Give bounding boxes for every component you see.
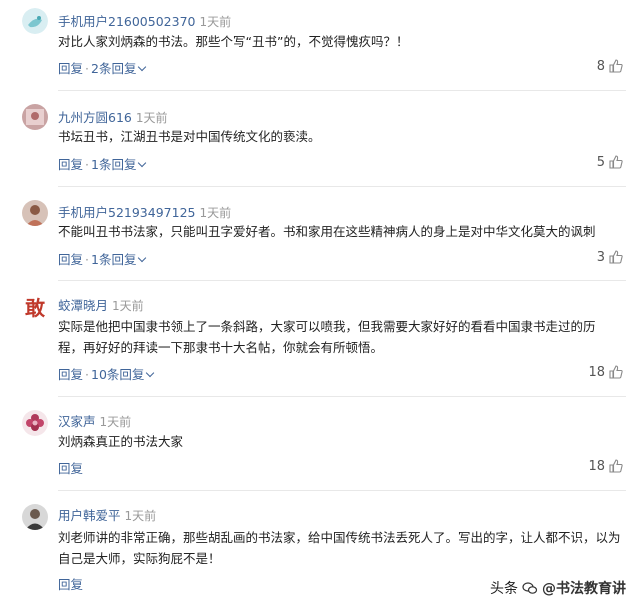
comment-text: 实际是他把中国隶书领上了一条斜路，大家可以喷我，但我需要大家好好的看看中国隶书走…: [58, 319, 596, 355]
comment-time: 1天前: [99, 415, 132, 429]
comment-time: 1天前: [135, 111, 168, 125]
comment-time: 1天前: [199, 206, 232, 220]
view-replies-button[interactable]: 1条回复: [91, 252, 147, 267]
comment-username[interactable]: 手机用户21600502370 1天前: [58, 11, 231, 30]
comment-actions: 回复: [58, 458, 83, 477]
wechat-logo-icon: [522, 582, 538, 594]
comment-actions: 回复 · 1条回复: [58, 249, 147, 268]
chevron-down-icon: [138, 158, 147, 168]
like-count: 8: [596, 58, 605, 74]
like-button[interactable]: 8: [597, 58, 624, 74]
comment-time: 1天前: [199, 15, 232, 29]
source-watermark: 头条 @书法教育讲: [490, 578, 626, 598]
comment-username[interactable]: 用户韩爱平 1天前: [58, 505, 156, 524]
comment-text: 书坛丑书，江湖丑书是对中国传统文化的亵渎。: [58, 129, 321, 144]
default-avatar-icon[interactable]: [22, 8, 48, 34]
thumbs-up-icon: [609, 365, 623, 379]
like-count: 18: [588, 364, 605, 380]
like-count: 18: [588, 458, 605, 474]
comment-actions: 回复 · 2条回复: [58, 58, 147, 77]
thumbs-up-icon: [609, 459, 623, 473]
like-button[interactable]: 18: [588, 364, 624, 380]
comment-text: 刘老师讲的非常正确，那些胡乱画的书法家，给中国传统书法丢死人了。写出的字，让人都…: [58, 530, 621, 566]
comment-username[interactable]: 九州方圆616 1天前: [58, 107, 168, 126]
watermark-handle: @书法教育讲: [542, 581, 626, 597]
comment-time: 1天前: [112, 299, 144, 313]
comment-actions: 回复 · 1条回复: [58, 154, 147, 173]
like-count: 3: [596, 249, 605, 265]
comment-text: 对比人家刘炳森的书法。那些个写“丑书”的，不觉得愧疚吗？！: [58, 34, 409, 49]
like-button[interactable]: 3: [597, 249, 624, 265]
comment-item: 手机用户52193497125 1天前 不能叫丑书书法家，只能叫丑字爱好者。书和家…: [0, 186, 640, 280]
comment-item: 敢 蛟潭晓月 1天前 实际是他把中国隶书领上了一条斜路，大家可以喷我，但我需要大家…: [0, 280, 640, 396]
comment-username[interactable]: 汉家声 1天前: [58, 411, 131, 430]
reply-button[interactable]: 回复: [58, 252, 83, 267]
view-replies-button[interactable]: 1条回复: [91, 157, 147, 172]
flower-avatar[interactable]: [22, 410, 48, 436]
watermark-prefix: 头条: [490, 581, 518, 597]
comment-text: 不能叫丑书书法家，只能叫丑字爱好者。书和家用在这些精神病人的身上是对中华文化莫大…: [58, 224, 596, 239]
comment-text: 刘炳森真正的书法大家: [58, 434, 184, 449]
reply-button[interactable]: 回复: [58, 157, 83, 172]
comment-username[interactable]: 手机用户52193497125 1天前: [58, 202, 231, 221]
comment-time: 1天前: [124, 509, 157, 523]
like-button[interactable]: 18: [588, 458, 624, 474]
view-replies-button[interactable]: 10条回复: [91, 367, 155, 382]
comment-username[interactable]: 蛟潭晓月 1天前: [58, 295, 144, 314]
thumbs-up-icon: [609, 59, 623, 73]
like-count: 5: [596, 154, 605, 170]
comment-actions: 回复: [58, 574, 83, 593]
reply-button[interactable]: 回复: [58, 61, 83, 76]
calligraphy-avatar[interactable]: 敢: [22, 294, 48, 320]
comment-item: 手机用户21600502370 1天前 对比人家刘炳森的书法。那些个写“丑书”的，…: [0, 0, 640, 90]
chevron-down-icon: [146, 368, 155, 378]
avatar-char: 敢: [25, 296, 46, 320]
chevron-down-icon: [138, 62, 147, 72]
comment-item: 九州方圆616 1天前 书坛丑书，江湖丑书是对中国传统文化的亵渎。 回复 · 1条回复…: [0, 90, 640, 186]
chevron-down-icon: [138, 253, 147, 263]
comment-actions: 回复 · 10条回复: [58, 364, 155, 383]
thumbs-up-icon: [609, 155, 623, 169]
thumbs-up-icon: [609, 250, 623, 264]
comment-item: 汉家声 1天前 刘炳森真正的书法大家 回复 18: [0, 396, 640, 490]
reply-button[interactable]: 回复: [58, 461, 83, 476]
like-button[interactable]: 5: [597, 154, 624, 170]
user-photo-avatar[interactable]: [22, 104, 48, 130]
reply-button[interactable]: 回复: [58, 367, 83, 382]
reply-button[interactable]: 回复: [58, 577, 83, 592]
user-photo-avatar[interactable]: [22, 200, 48, 226]
user-photo-avatar[interactable]: [22, 504, 48, 530]
view-replies-button[interactable]: 2条回复: [91, 61, 147, 76]
